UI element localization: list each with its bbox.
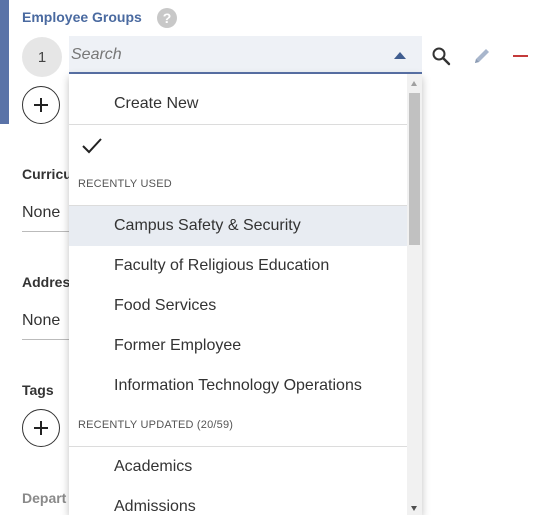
curriculum-underline xyxy=(22,231,70,232)
remove-icon[interactable] xyxy=(513,55,528,57)
address-label: Addres xyxy=(22,274,71,290)
tags-label: Tags xyxy=(22,382,54,398)
group-index-badge: 1 xyxy=(22,37,62,77)
employee-groups-label: Employee Groups xyxy=(22,9,142,25)
pencil-icon[interactable] xyxy=(471,45,493,67)
dropdown-option[interactable]: Academics xyxy=(69,447,407,487)
caret-up-icon[interactable] xyxy=(394,52,406,59)
recently-updated-header: RECENTLY UPDATED (20/59) xyxy=(78,419,234,431)
address-underline xyxy=(22,339,70,340)
dropdown-option[interactable]: Former Employee xyxy=(69,326,407,366)
dropdown-option[interactable]: Food Services xyxy=(69,286,407,326)
curriculum-label: Curricu xyxy=(22,166,72,182)
dropdown-option[interactable]: Admissions xyxy=(69,487,407,515)
help-icon[interactable]: ? xyxy=(157,8,177,28)
employee-group-search-input[interactable]: Search xyxy=(69,36,422,74)
dropdown-option[interactable]: Information Technology Operations xyxy=(69,366,407,406)
search-placeholder: Search xyxy=(71,46,122,63)
plus-icon xyxy=(34,421,48,435)
dropdown-divider xyxy=(69,124,407,125)
recently-used-header: RECENTLY USED xyxy=(78,178,172,190)
check-icon[interactable] xyxy=(81,136,103,156)
dropdown-option[interactable]: Campus Safety & Security xyxy=(69,206,407,246)
employee-group-dropdown[interactable]: Create New RECENTLY USED Campus Safety &… xyxy=(69,74,422,515)
create-new-option[interactable]: Create New xyxy=(69,84,407,124)
plus-icon xyxy=(34,98,48,112)
department-label: Depart xyxy=(22,490,67,506)
add-tag-button[interactable] xyxy=(22,409,60,447)
curriculum-value[interactable]: None xyxy=(22,204,60,222)
search-icon[interactable] xyxy=(431,46,451,66)
scrollbar-thumb[interactable] xyxy=(409,93,420,245)
scroll-up-arrow-icon[interactable] xyxy=(411,81,417,86)
dropdown-option[interactable]: Faculty of Religious Education xyxy=(69,246,407,286)
dropdown-scrollbar[interactable] xyxy=(407,74,422,515)
address-value[interactable]: None xyxy=(22,312,60,330)
add-employee-group-button[interactable] xyxy=(22,86,60,124)
active-field-accent-bar xyxy=(0,0,9,124)
scroll-down-arrow-icon[interactable] xyxy=(411,506,417,511)
